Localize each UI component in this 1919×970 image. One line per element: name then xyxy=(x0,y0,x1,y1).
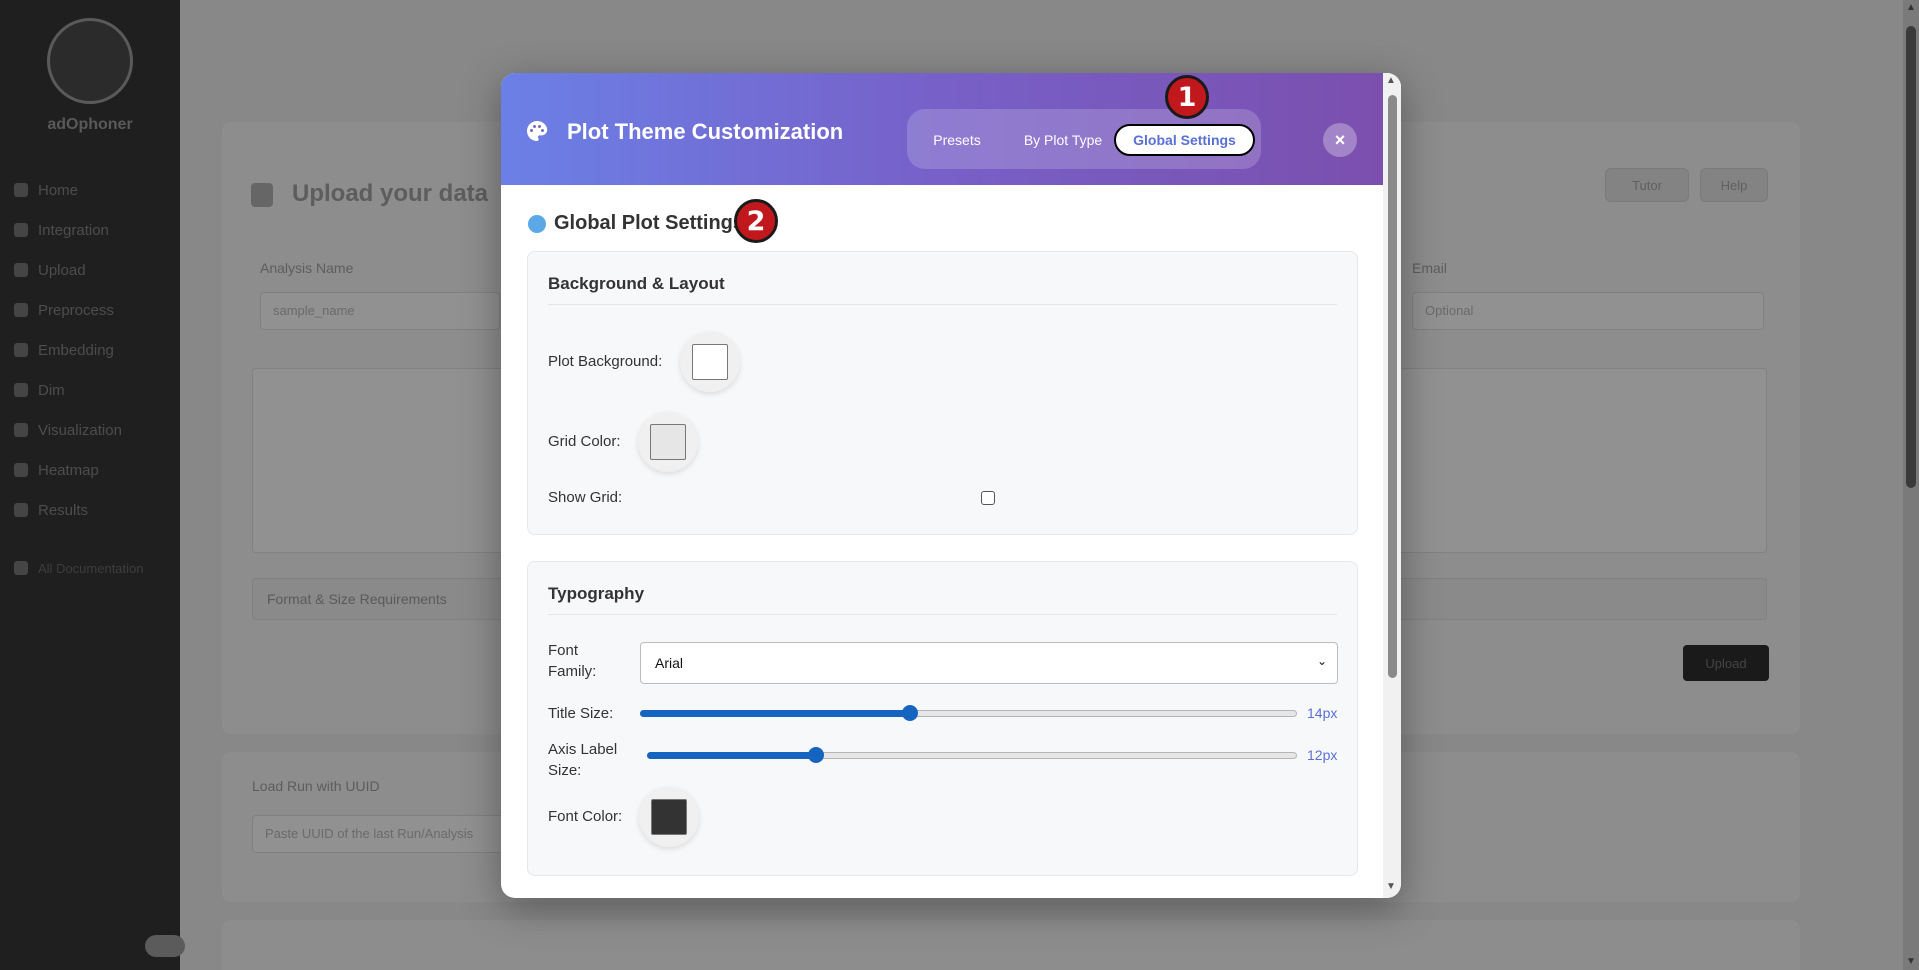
sidebar-item-preprocess[interactable]: Preprocess xyxy=(10,290,175,330)
uuid-input[interactable]: Paste UUID of the last Run/Analysis xyxy=(252,815,512,853)
scroll-up-icon[interactable]: ▲ xyxy=(1906,2,1916,13)
annotation-marker-1: 1 xyxy=(1165,75,1209,119)
axis-label-size-value: 12px xyxy=(1307,747,1338,763)
grid-color-swatch[interactable] xyxy=(650,424,686,460)
show-grid-label: Show Grid: xyxy=(548,489,623,506)
email-input[interactable]: Optional xyxy=(1412,292,1764,330)
modal-scroll-thumb[interactable] xyxy=(1388,95,1397,678)
sidebar: adOphoner Home Integration Upload Prepro… xyxy=(0,0,185,970)
tab-by-plot-type[interactable]: By Plot Type xyxy=(1005,124,1121,156)
background-layout-panel: Background & Layout Plot Background: Gri… xyxy=(527,251,1358,535)
app-logo xyxy=(47,18,133,104)
user-icon xyxy=(251,183,273,207)
page-scrollbar[interactable]: ▲ ▼ xyxy=(1903,0,1919,970)
sidebar-item-visualization[interactable]: Visualization xyxy=(10,410,175,450)
show-grid-checkbox[interactable] xyxy=(981,491,995,505)
axis-label-size-slider[interactable] xyxy=(647,747,1297,763)
divider xyxy=(548,304,1337,305)
annotation-marker-2: 2 xyxy=(734,199,778,243)
panel-heading: Typography xyxy=(548,584,645,603)
integration-icon xyxy=(14,223,28,237)
font-family-value: Arial xyxy=(655,655,684,671)
results-icon xyxy=(14,503,28,517)
analysis-name-label: Analysis Name xyxy=(260,260,354,276)
divider xyxy=(548,614,1337,615)
embedding-icon xyxy=(14,343,28,357)
modal-body: Global Plot Settings 2 Background & Layo… xyxy=(501,185,1383,898)
theme-toggle[interactable] xyxy=(145,935,185,957)
theme-tab-group: Presets By Plot Type Global Settings xyxy=(907,109,1261,169)
axis-label-size-fill xyxy=(647,752,816,759)
plot-background-label: Plot Background: xyxy=(548,353,663,370)
plot-background-picker[interactable] xyxy=(680,332,740,392)
bottom-card xyxy=(222,920,1800,970)
visualization-icon xyxy=(14,423,28,437)
tutor-button[interactable]: Tutor xyxy=(1605,168,1689,202)
scroll-down-icon[interactable]: ▼ xyxy=(1386,881,1396,892)
sidebar-item-upload[interactable]: Upload xyxy=(10,250,175,290)
tab-presets[interactable]: Presets xyxy=(917,124,997,156)
section-title: Global Plot Settings xyxy=(554,212,745,234)
plot-background-swatch[interactable] xyxy=(692,344,728,380)
sidebar-item-embedding[interactable]: Embedding xyxy=(10,330,175,370)
grid-color-picker[interactable] xyxy=(638,412,698,472)
scroll-up-icon[interactable]: ▲ xyxy=(1386,75,1396,86)
title-size-value: 14px xyxy=(1307,705,1338,721)
chevron-down-icon: ⌄ xyxy=(1316,654,1327,668)
plot-theme-modal: Plot Theme Customization Presets By Plot… xyxy=(501,73,1401,898)
load-run-label: Load Run with UUID xyxy=(252,778,380,794)
font-family-label-cont: Family: xyxy=(548,663,597,680)
axis-label-size-label-cont: Size: xyxy=(548,762,582,779)
globe-icon xyxy=(528,215,546,233)
title-size-label: Title Size: xyxy=(548,705,614,722)
title-size-handle[interactable] xyxy=(901,705,918,721)
page-title: Upload your data xyxy=(292,180,489,207)
page-scroll-thumb[interactable] xyxy=(1906,26,1916,488)
upload-icon xyxy=(14,263,28,277)
docs-icon xyxy=(14,561,28,575)
sidebar-item-integration[interactable]: Integration xyxy=(10,210,175,250)
axis-label-size-label: Axis Label xyxy=(548,741,618,758)
modal-scrollbar[interactable]: ▲ ▼ xyxy=(1383,73,1401,898)
brand-name: adOphoner xyxy=(47,116,133,133)
sidebar-item-heatmap[interactable]: Heatmap xyxy=(10,450,175,490)
email-label: Email xyxy=(1412,260,1448,276)
palette-icon xyxy=(527,121,548,141)
sidebar-item-home[interactable]: Home xyxy=(10,170,175,210)
home-icon xyxy=(14,183,28,197)
analysis-name-input[interactable]: sample_name xyxy=(260,292,500,330)
close-button[interactable]: × xyxy=(1323,123,1357,157)
font-color-swatch[interactable] xyxy=(651,799,687,835)
sidebar-nav: Home Integration Upload Preprocess Embed… xyxy=(10,170,175,588)
typography-panel: Typography Font Family: Arial ⌄ Title Si… xyxy=(527,561,1358,876)
font-family-select[interactable]: Arial ⌄ xyxy=(640,642,1338,684)
modal-header: Plot Theme Customization Presets By Plot… xyxy=(501,73,1383,185)
tab-global-settings[interactable]: Global Settings xyxy=(1114,124,1255,156)
font-color-picker[interactable] xyxy=(639,787,699,847)
font-family-label: Font xyxy=(548,642,579,659)
modal-title: Plot Theme Customization xyxy=(567,119,844,144)
font-color-label: Font Color: xyxy=(548,808,623,825)
dim-icon xyxy=(14,383,28,397)
grid-color-label: Grid Color: xyxy=(548,433,621,450)
upload-button[interactable]: Upload xyxy=(1683,645,1769,681)
panel-heading: Background & Layout xyxy=(548,274,725,293)
axis-label-size-handle[interactable] xyxy=(808,747,825,763)
sidebar-item-documentation[interactable]: All Documentation xyxy=(10,548,175,588)
scroll-down-icon[interactable]: ▼ xyxy=(1906,956,1916,967)
preprocess-icon xyxy=(14,303,28,317)
heatmap-icon xyxy=(14,463,28,477)
title-size-fill xyxy=(640,710,909,717)
title-size-slider[interactable] xyxy=(640,705,1297,721)
help-button[interactable]: Help xyxy=(1700,168,1768,202)
sidebar-item-results[interactable]: Results xyxy=(10,490,175,530)
sidebar-item-dim[interactable]: Dim xyxy=(10,370,175,410)
